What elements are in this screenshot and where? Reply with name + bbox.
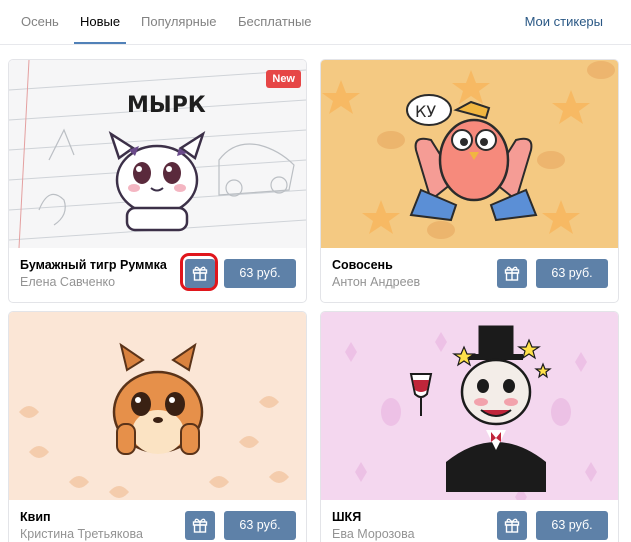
gift-icon (504, 518, 520, 533)
gift-button[interactable] (185, 259, 215, 288)
tab-free[interactable]: Бесплатные (238, 0, 312, 43)
tab-popular[interactable]: Популярные (141, 0, 216, 43)
gift-icon (504, 266, 520, 281)
sticker-caption-text: МЫРК (127, 93, 206, 118)
pack-title[interactable]: Совосень (332, 258, 393, 272)
new-badge: New (266, 70, 301, 88)
tab-autumn[interactable]: Осень (21, 0, 59, 43)
pack-author[interactable]: Кристина Третьякова (20, 527, 143, 541)
buy-price-button[interactable]: 63 руб. (224, 511, 296, 540)
sticker-pack-card[interactable]: КУ Совосень Антон Андреев 63 руб. (321, 60, 618, 302)
pack-author[interactable]: Ева Морозова (332, 527, 415, 541)
tab-new[interactable]: Новые (73, 0, 127, 44)
sticker-pack-preview[interactable] (321, 312, 618, 500)
tabs-bar: Осень Новые Популярные Бесплатные Мои ст… (0, 0, 631, 45)
sticker-pack-card[interactable]: ШКЯ Ева Морозова 63 руб. (321, 312, 618, 542)
gift-icon (192, 518, 208, 533)
pack-author[interactable]: Елена Савченко (20, 275, 115, 289)
my-stickers-link[interactable]: Мои стикеры (525, 0, 603, 43)
gift-button[interactable] (185, 511, 215, 540)
sticker-pack-preview[interactable]: МЫРК New (9, 60, 306, 248)
sticker-pack-card[interactable]: Квип Кристина Третьякова 63 руб. (9, 312, 306, 542)
gift-button[interactable] (497, 511, 527, 540)
pack-author[interactable]: Антон Андреев (332, 275, 420, 289)
sticker-caption-text: КУ (415, 102, 436, 121)
buy-price-button[interactable]: 63 руб. (536, 511, 608, 540)
sticker-pack-preview[interactable]: КУ (321, 60, 618, 248)
stickers-store-page: Осень Новые Популярные Бесплатные Мои ст… (0, 0, 631, 542)
sticker-pack-card[interactable]: МЫРК New Бумажный тигр Руммка Елена Савч… (9, 60, 306, 302)
buy-price-button[interactable]: 63 руб. (224, 259, 296, 288)
pack-title[interactable]: ШКЯ (332, 510, 361, 524)
pack-title[interactable]: Квип (20, 510, 51, 524)
gift-button[interactable] (497, 259, 527, 288)
buy-price-button[interactable]: 63 руб. (536, 259, 608, 288)
pack-title[interactable]: Бумажный тигр Руммка (20, 258, 167, 272)
sticker-pack-preview[interactable] (9, 312, 306, 500)
gift-icon (192, 266, 208, 281)
